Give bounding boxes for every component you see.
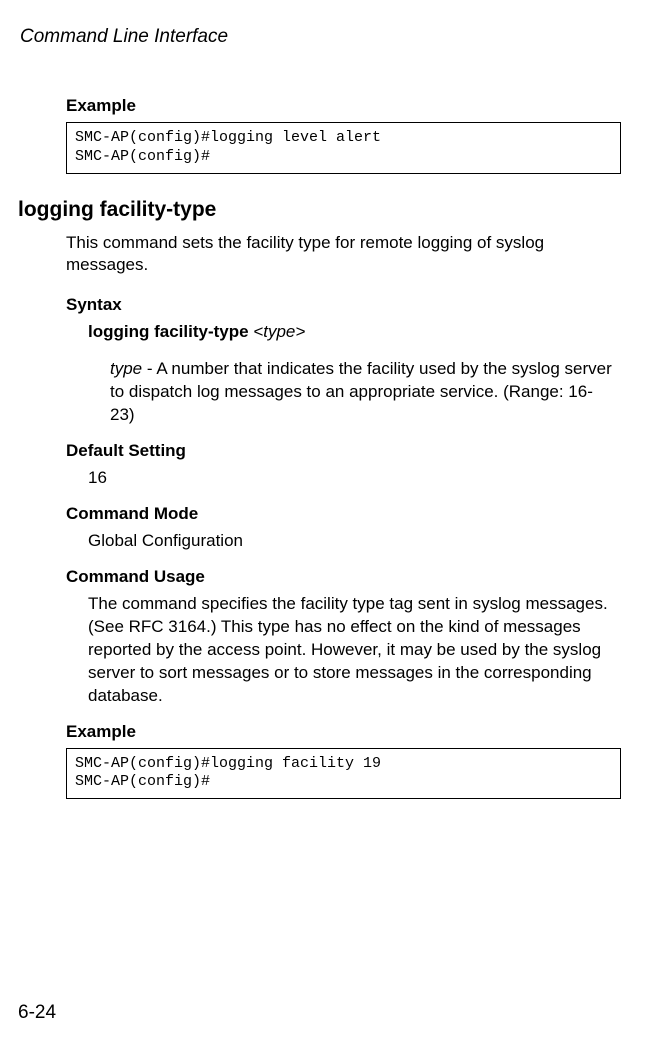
param-sep: -: [142, 359, 156, 378]
page-number: 6-24: [18, 1002, 56, 1024]
syntax-line: logging facility-type <type>: [88, 321, 617, 344]
example1-code: SMC-AP(config)#logging level alert SMC-A…: [66, 122, 621, 174]
param-text: A number that indicates the facility use…: [110, 359, 612, 424]
example2-code: SMC-AP(config)#logging facility 19 SMC-A…: [66, 748, 621, 800]
command-usage-text: The command specifies the facility type …: [88, 593, 617, 708]
command-mode-value: Global Configuration: [88, 530, 617, 553]
command-usage-heading: Command Usage: [66, 567, 639, 587]
command-title: logging facility-type: [18, 198, 639, 222]
example1-heading: Example: [66, 96, 639, 116]
default-setting-value: 16: [88, 467, 617, 490]
example2-heading: Example: [66, 722, 639, 742]
syntax-heading: Syntax: [66, 295, 639, 315]
default-setting-heading: Default Setting: [66, 441, 639, 461]
page-container: Command Line Interface Example SMC-AP(co…: [0, 0, 657, 1052]
command-mode-heading: Command Mode: [66, 504, 639, 524]
syntax-arg: <type>: [253, 322, 305, 341]
param-name: type: [110, 359, 142, 378]
syntax-command: logging facility-type: [88, 322, 253, 341]
syntax-param-desc: type - A number that indicates the facil…: [110, 358, 617, 427]
running-header: Command Line Interface: [20, 26, 639, 48]
command-description: This command sets the facility type for …: [66, 232, 617, 278]
